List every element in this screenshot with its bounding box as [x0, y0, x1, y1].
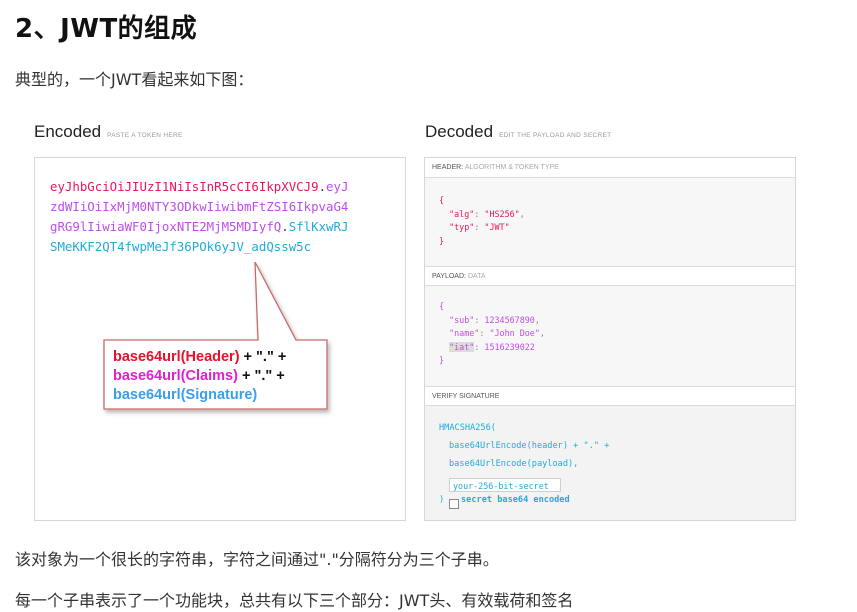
json-value: 1234567890 — [484, 314, 535, 325]
payload-sublabel: DATA — [467, 273, 486, 280]
sig-line-3: base64UrlEncode(payload), — [449, 459, 579, 469]
decoded-title: Decoded — [425, 122, 494, 141]
callout-separator: + "." + — [239, 349, 287, 365]
callout-text: base64url(Header) + "." + base64url(Clai… — [113, 348, 286, 405]
json-value: "John Doe" — [489, 328, 540, 338]
encoded-title: Encoded — [34, 122, 102, 141]
encoded-token-panel[interactable]: eyJhbGciOiJIUzI1NiIsInR5cCI6IkpXVCJ9.eyJ… — [34, 157, 406, 521]
json-key: "iat" — [449, 341, 475, 352]
header-json[interactable]: { "alg": "HS256", "typ": "JWT" } — [439, 194, 525, 248]
verify-signature-body: HMACSHA256( base64UrlEncode(header) + ".… — [425, 406, 795, 520]
base64-checkbox-label[interactable]: secret base64 encoded — [461, 495, 570, 505]
payload-label: PAYLOAD: — [432, 273, 466, 280]
decoded-subtitle: EDIT THE PAYLOAD AND SECRET — [499, 132, 612, 139]
token-line: eyJhbGciOiJIUzI1NiIsInR5cCI6IkpXVCJ9.eyJ — [50, 177, 348, 197]
token-line: SMeKKF2QT4fwpMeJf36POk6yJV_adQssw5c — [50, 237, 348, 257]
explanation-paragraph-1: 该对象为一个很长的字符串，字符之间通过"."分隔符分为三个子串。 — [15, 550, 499, 569]
json-key: "typ" — [449, 222, 475, 232]
json-value: "JWT" — [484, 222, 510, 232]
json-key: "alg" — [449, 208, 475, 219]
json-value: "HS256" — [484, 208, 520, 219]
token-segment: zdWIiOiIxMjM0NTY3ODkwIiwibmFtZSI6IkpvaG4 — [50, 199, 349, 214]
sig-line-1: HMACSHA256( — [439, 423, 496, 433]
token-line: zdWIiOiIxMjM0NTY3ODkwIiwibmFtZSI6IkpvaG4 — [50, 197, 348, 217]
encoded-subtitle: PASTE A TOKEN HERE — [107, 132, 183, 139]
callout-header-part: base64url(Header) — [113, 349, 240, 365]
section-title: 2、JWT的组成 — [15, 14, 198, 44]
sig-line-2: base64UrlEncode(header) + "." + — [449, 441, 610, 451]
callout-claims-part: base64url(Claims) — [113, 368, 238, 384]
json-brace: { — [439, 195, 445, 205]
json-brace: } — [439, 235, 445, 246]
encoded-token-text[interactable]: eyJhbGciOiJIUzI1NiIsInR5cCI6IkpXVCJ9.eyJ… — [50, 177, 348, 257]
explanation-paragraph-2: 每一个子串表示了一个功能块，总共有以下三个部分：JWT头、有效载荷和签名 — [15, 591, 574, 610]
encoded-heading: Encoded PASTE A TOKEN HERE — [34, 122, 183, 142]
header-json-editor[interactable]: { "alg": "HS256", "typ": "JWT" } — [425, 178, 795, 266]
token-dot: . — [318, 179, 327, 194]
verify-section-label: VERIFY SIGNATURE — [425, 386, 795, 406]
secret-input[interactable]: your-256-bit-secret — [449, 478, 561, 492]
token-dot: . — [281, 219, 289, 234]
token-segment: eyJhbGciOiJIUzI1NiIsInR5cCI6IkpXVCJ9 — [50, 179, 319, 194]
json-brace: } — [439, 355, 445, 365]
json-value: 1516239022 — [484, 341, 535, 352]
token-segment: gRG9lIiwiaWF0IjoxNTE2MjM5MDIyfQ — [50, 219, 282, 234]
header-label: HEADER: — [432, 164, 464, 171]
token-segment: SMeKKF2QT4fwpMeJf36POk6yJV_adQssw5c — [50, 239, 312, 254]
json-key: "sub" — [449, 314, 475, 325]
sig-close-paren: ) — [439, 495, 445, 505]
callout-separator: + "." + — [237, 368, 285, 384]
token-segment: SflKxwRJ — [288, 219, 349, 234]
token-segment: eyJ — [326, 179, 349, 194]
callout-signature-part: base64url(Signature) — [113, 387, 258, 403]
base64-checkbox[interactable] — [449, 499, 459, 509]
json-key: "name" — [449, 328, 480, 338]
payload-json[interactable]: { "sub": 1234567890, "name": "John Doe",… — [439, 300, 545, 368]
header-section-label: HEADER: ALGORITHM & TOKEN TYPE — [425, 158, 795, 178]
decoded-heading: Decoded EDIT THE PAYLOAD AND SECRET — [425, 122, 611, 142]
token-line: gRG9lIiwiaWF0IjoxNTE2MjM5MDIyfQ.SflKxwRJ — [50, 217, 348, 237]
intro-paragraph: 典型的，一个JWT看起来如下图： — [15, 70, 254, 89]
decoded-panel: HEADER: ALGORITHM & TOKEN TYPE { "alg": … — [424, 157, 796, 521]
header-sublabel: ALGORITHM & TOKEN TYPE — [464, 164, 559, 171]
payload-section-label: PAYLOAD: DATA — [425, 266, 795, 286]
payload-json-editor[interactable]: { "sub": 1234567890, "name": "John Doe",… — [425, 286, 795, 386]
verify-label: VERIFY SIGNATURE — [432, 393, 500, 400]
json-brace: { — [439, 301, 445, 311]
